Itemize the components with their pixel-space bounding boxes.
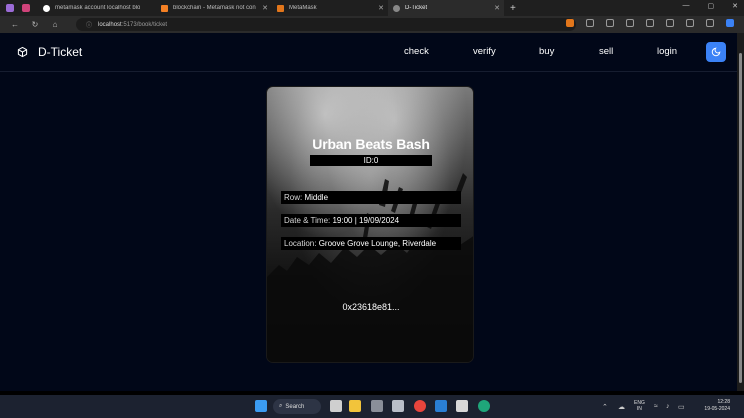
nav-link-login[interactable]: login bbox=[657, 46, 677, 57]
vscode-icon[interactable] bbox=[435, 400, 447, 412]
chrome-icon[interactable] bbox=[414, 400, 426, 412]
refresh-icon[interactable]: ↻ bbox=[30, 20, 40, 29]
navbar: D-Ticket check verify buy sell login bbox=[0, 33, 737, 72]
page-scrollbar[interactable] bbox=[737, 33, 744, 391]
app-icon[interactable] bbox=[456, 400, 468, 412]
nav-link-check[interactable]: check bbox=[404, 46, 429, 57]
metamask-icon bbox=[277, 4, 284, 12]
windows-taskbar: ⌕ Search ⌃ ☁ ENG IN ≈ ♪ ▭ 12:28 19-05-20… bbox=[0, 395, 744, 418]
task-view-icon[interactable] bbox=[330, 400, 342, 412]
github-icon bbox=[43, 4, 50, 12]
profile-icon[interactable] bbox=[6, 4, 14, 12]
collections-icon[interactable] bbox=[22, 4, 30, 12]
chevron-up-icon[interactable]: ⌃ bbox=[602, 403, 608, 411]
window-controls: — ▢ ✕ bbox=[683, 2, 739, 10]
stackoverflow-icon bbox=[161, 4, 168, 12]
nav-link-verify[interactable]: verify bbox=[473, 46, 496, 57]
settings-icon[interactable] bbox=[371, 400, 383, 412]
browser-tab[interactable]: MetaMask ✕ bbox=[272, 0, 388, 16]
ticket-id: ID:0 bbox=[310, 155, 432, 166]
event-title: Urban Beats Bash bbox=[312, 136, 430, 152]
taskbar-search[interactable]: ⌕ Search bbox=[273, 399, 321, 414]
extensions-icon[interactable] bbox=[586, 19, 594, 27]
cloud-icon[interactable]: ☁ bbox=[618, 403, 625, 411]
close-icon[interactable]: ✕ bbox=[262, 4, 268, 12]
app-icon[interactable] bbox=[392, 400, 404, 412]
ticket-owner-address: 0x23618e81... bbox=[342, 302, 400, 312]
nav-link-buy[interactable]: buy bbox=[539, 46, 554, 57]
info-icon[interactable]: ⓘ bbox=[86, 20, 92, 29]
browser-tab-active[interactable]: D-Ticket ✕ bbox=[388, 0, 504, 16]
metamask-extension-icon[interactable] bbox=[566, 19, 574, 27]
back-icon[interactable]: ← bbox=[10, 20, 20, 29]
new-tab-button[interactable]: + bbox=[510, 3, 516, 14]
browser-tab[interactable]: blockchain - Metamask not con ✕ bbox=[156, 0, 272, 16]
edge-icon[interactable] bbox=[478, 400, 490, 412]
brand-logo[interactable]: D-Ticket bbox=[17, 45, 82, 59]
battery-icon[interactable]: ▭ bbox=[678, 403, 685, 411]
downloads-icon[interactable] bbox=[666, 19, 674, 27]
more-menu-icon[interactable] bbox=[706, 19, 714, 27]
url-input[interactable]: ⓘ localhost:5173/book/ticket bbox=[76, 18, 576, 31]
theme-toggle-button[interactable] bbox=[706, 42, 726, 62]
home-icon[interactable]: ⌂ bbox=[50, 20, 60, 29]
performance-icon[interactable] bbox=[686, 19, 694, 27]
volume-icon[interactable]: ♪ bbox=[666, 403, 670, 410]
ticket-datetime-field: Date & Time: 19:00 | 19/09/2024 bbox=[281, 214, 461, 227]
ticket-card: Urban Beats Bash ID:0 Row: Middle Date &… bbox=[266, 86, 474, 363]
browser-tab[interactable]: metamask account localhost blo bbox=[38, 0, 156, 16]
moon-icon bbox=[711, 47, 721, 57]
cube-icon bbox=[17, 46, 28, 58]
brand-name: D-Ticket bbox=[38, 45, 83, 59]
dticket-icon bbox=[393, 4, 400, 12]
collections-toolbar-icon[interactable] bbox=[646, 19, 654, 27]
search-icon: ⌕ bbox=[279, 403, 283, 409]
close-icon[interactable]: ✕ bbox=[494, 4, 500, 12]
ticket-location-field: Location: Groove Grove Lounge, Riverdale bbox=[281, 237, 461, 250]
close-window-icon[interactable]: ✕ bbox=[732, 2, 738, 10]
windows-start-icon[interactable] bbox=[255, 400, 267, 412]
browser-tab-bar: metamask account localhost blo blockchai… bbox=[0, 0, 744, 16]
wifi-icon[interactable]: ≈ bbox=[654, 403, 658, 410]
language-indicator[interactable]: ENG IN bbox=[634, 400, 645, 412]
copilot-icon[interactable] bbox=[726, 19, 734, 27]
nav-link-sell[interactable]: sell bbox=[599, 46, 613, 57]
minimize-icon[interactable]: — bbox=[683, 2, 690, 10]
favorites-icon[interactable] bbox=[626, 19, 634, 27]
clock[interactable]: 12:28 19-05-2024 bbox=[690, 399, 730, 413]
file-explorer-icon[interactable] bbox=[349, 400, 361, 412]
close-icon[interactable]: ✕ bbox=[378, 4, 384, 12]
app-viewport: D-Ticket check verify buy sell login Urb… bbox=[0, 33, 737, 391]
address-bar: ← ↻ ⌂ ⓘ localhost:5173/book/ticket bbox=[0, 16, 744, 33]
browser-toolbar-icons bbox=[566, 19, 734, 27]
maximize-icon[interactable]: ▢ bbox=[708, 2, 715, 10]
split-screen-icon[interactable] bbox=[606, 19, 614, 27]
ticket-row-field: Row: Middle bbox=[281, 191, 461, 204]
scrollbar-thumb[interactable] bbox=[739, 53, 742, 383]
